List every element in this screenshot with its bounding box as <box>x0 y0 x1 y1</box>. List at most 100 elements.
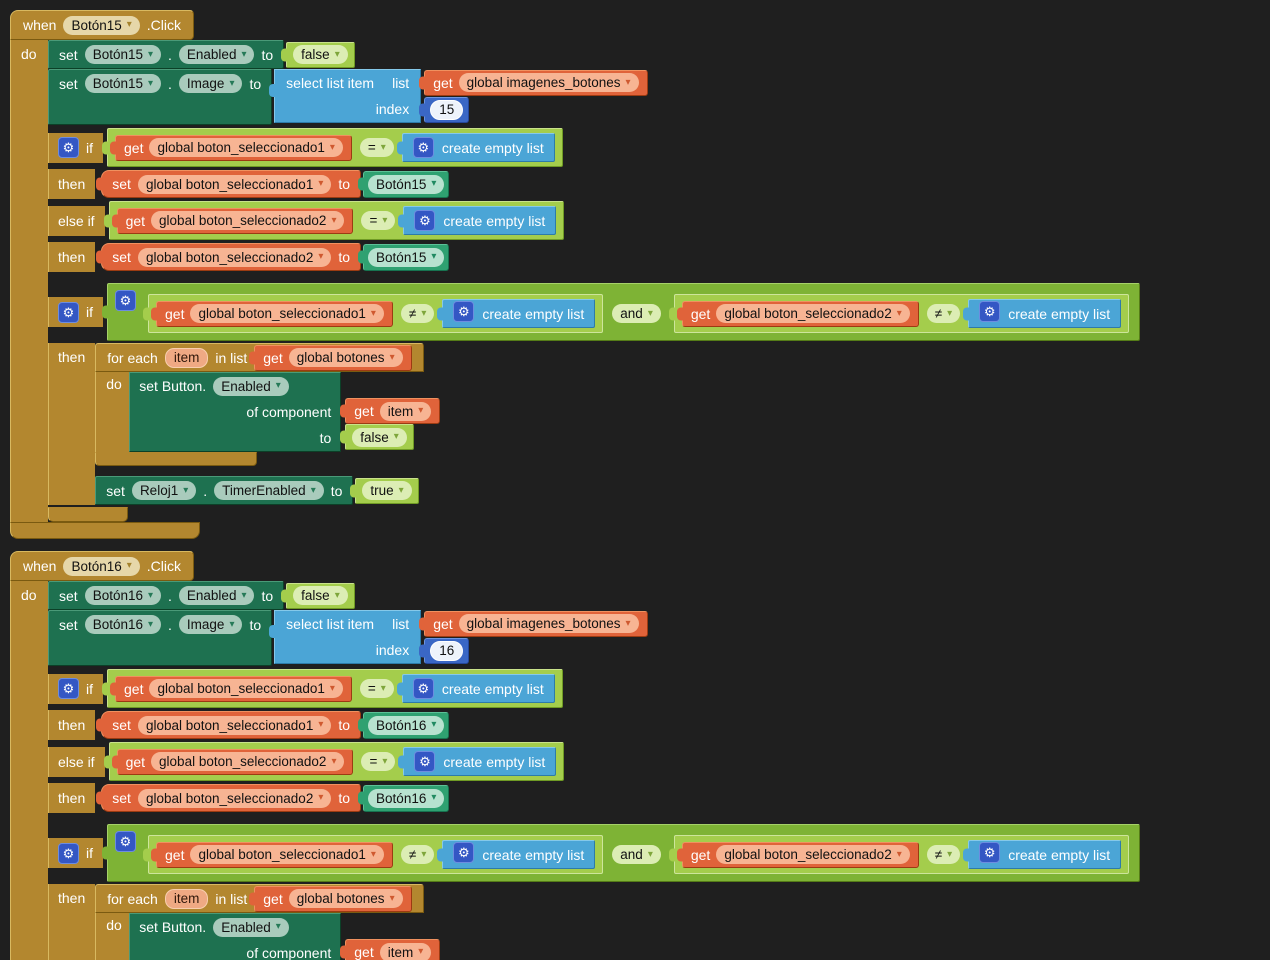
operator-dropdown[interactable]: ≠▾ <box>927 845 960 864</box>
logic-value-dropdown[interactable]: false▾ <box>352 428 407 447</box>
variable-dropdown[interactable]: global boton_seleccionado1▾ <box>149 138 342 157</box>
select-list-item-body[interactable]: select list item list index <box>274 610 421 664</box>
property-dropdown[interactable]: Enabled▾ <box>179 586 255 605</box>
variable-dropdown[interactable]: global boton_seleccionado1▾ <box>138 175 331 194</box>
and-operator-dropdown[interactable]: and▾ <box>612 845 661 864</box>
for-each-block[interactable]: for each item in list get global botones… <box>95 884 440 960</box>
set-generic-button-enabled-block[interactable]: set Button. Enabled▾ of component to <box>129 913 440 960</box>
set-seleccionado2-block[interactable]: set global boton_seleccionado2▾ to <box>101 784 361 812</box>
property-dropdown[interactable]: Image▾ <box>179 615 243 634</box>
variable-dropdown[interactable]: global boton_seleccionado1▾ <box>149 679 342 698</box>
and-operator-dropdown[interactable]: and▾ <box>612 304 661 323</box>
set-generic-button-enabled-block[interactable]: set Button. Enabled▾ of component to <box>129 372 440 452</box>
component-dropdown[interactable]: Botón16▾ <box>368 716 444 735</box>
variable-dropdown[interactable]: item▾ <box>380 402 432 421</box>
if-and-block[interactable]: ⚙ if ⚙ get global boton_seleccionado1▾ ≠ <box>48 283 1140 522</box>
select-list-item-body[interactable]: select list item list index <box>274 69 421 123</box>
event-header[interactable]: when Botón15▾ .Click <box>10 10 194 40</box>
when-click-event-block[interactable]: when Botón16▾ .Click do set Botón16▾ . E… <box>10 551 1270 960</box>
mutator-gear-icon[interactable]: ⚙ <box>58 302 79 323</box>
set-seleccionado1-block[interactable]: set global boton_seleccionado1▾ to <box>101 170 361 198</box>
mutator-gear-icon[interactable]: ⚙ <box>58 137 79 158</box>
variable-dropdown[interactable]: global boton_seleccionado2▾ <box>151 752 344 771</box>
create-empty-list-block[interactable]: ⚙ create empty list <box>442 840 595 869</box>
component-dropdown[interactable]: Botón15▾ <box>368 175 444 194</box>
variable-dropdown[interactable]: global boton_seleccionado2▾ <box>138 248 331 267</box>
get-seleccionado1-block[interactable]: get global boton_seleccionado1▾ <box>156 842 393 868</box>
and-block[interactable]: ⚙ get global boton_seleccionado1▾ ≠▾ ⚙ <box>107 824 1140 882</box>
get-seleccionado2-block[interactable]: get global boton_seleccionado2▾ <box>682 842 919 868</box>
equals-comparison-block[interactable]: get global boton_seleccionado1▾ =▾ ⚙ cre… <box>107 128 563 167</box>
create-empty-list-block[interactable]: ⚙ create empty list <box>403 747 556 776</box>
component-dropdown[interactable]: Botón15▾ <box>85 74 161 93</box>
not-equals-comparison-block[interactable]: get global boton_seleccionado1▾ ≠▾ ⚙ cre… <box>148 835 603 874</box>
create-empty-list-block[interactable]: ⚙ create empty list <box>968 299 1121 328</box>
create-empty-list-block[interactable]: ⚙ create empty list <box>402 133 555 162</box>
logic-value-dropdown[interactable]: false▾ <box>293 45 348 64</box>
mutator-gear-icon[interactable]: ⚙ <box>453 842 474 863</box>
mutator-gear-icon[interactable]: ⚙ <box>414 210 435 231</box>
set-timer-enabled-block[interactable]: set Reloj1▾ . TimerEnabled▾ to <box>95 476 353 505</box>
mutator-gear-icon[interactable]: ⚙ <box>115 290 136 311</box>
not-equals-comparison-block[interactable]: get global boton_seleccionado1▾ ≠▾ ⚙ cre… <box>148 294 603 333</box>
mutator-gear-icon[interactable]: ⚙ <box>115 831 136 852</box>
not-equals-comparison-block[interactable]: get global boton_seleccionado2▾ ≠▾ ⚙ cre… <box>674 294 1129 333</box>
operator-dropdown[interactable]: ≠▾ <box>401 304 434 323</box>
component-dropdown[interactable]: Botón15▾ <box>85 45 161 64</box>
equals-comparison-block[interactable]: get global boton_seleccionado2▾ =▾ ⚙ cre… <box>109 201 565 240</box>
event-component-dropdown[interactable]: Botón15▾ <box>63 16 139 35</box>
variable-dropdown[interactable]: global botones▾ <box>289 348 403 367</box>
variable-dropdown[interactable]: global boton_seleccionado2▾ <box>138 789 331 808</box>
property-dropdown[interactable]: Enabled▾ <box>213 918 289 937</box>
get-seleccionado1-block[interactable]: get global boton_seleccionado1▾ <box>115 676 352 702</box>
number-block[interactable]: 15 <box>424 97 469 123</box>
select-list-item-block[interactable]: select list item list index get global i… <box>274 69 647 123</box>
operator-dropdown[interactable]: =▾ <box>361 752 395 771</box>
get-global-botones-block[interactable]: get global botones▾ <box>254 886 411 912</box>
number-block[interactable]: 16 <box>424 638 469 664</box>
logic-value-dropdown[interactable]: true▾ <box>362 481 411 500</box>
variable-dropdown[interactable]: global boton_seleccionado2▾ <box>716 845 909 864</box>
set-image-block[interactable]: set Botón15▾ . Image▾ to <box>48 69 272 125</box>
set-image-block[interactable]: set Botón16▾ . Image▾ to <box>48 610 272 666</box>
create-empty-list-block[interactable]: ⚙ create empty list <box>403 206 556 235</box>
loop-variable-field[interactable]: item <box>165 889 209 909</box>
property-dropdown[interactable]: Enabled▾ <box>179 45 255 64</box>
if-else-block[interactable]: ⚙ if get global boton_seleccionado1▾ =▾ … <box>48 128 564 274</box>
variable-dropdown[interactable]: global botones▾ <box>289 889 403 908</box>
set-seleccionado1-block[interactable]: set global boton_seleccionado1▾ to <box>101 711 361 739</box>
false-block[interactable]: false▾ <box>286 583 355 609</box>
component-value-block[interactable]: Botón16▾ <box>363 785 449 812</box>
when-click-event-block[interactable]: when Botón15▾ .Click do set Botón15▾ . E… <box>10 10 1270 539</box>
get-item-block[interactable]: get item▾ <box>345 939 440 960</box>
get-seleccionado1-block[interactable]: get global boton_seleccionado1▾ <box>156 301 393 327</box>
mutator-gear-icon[interactable]: ⚙ <box>413 678 434 699</box>
get-global-imagenes-block[interactable]: get global imagenes_botones▾ <box>424 611 647 637</box>
get-seleccionado2-block[interactable]: get global boton_seleccionado2▾ <box>117 208 354 234</box>
if-else-block[interactable]: ⚙ if get global boton_seleccionado1▾ =▾ … <box>48 669 564 815</box>
loop-variable-field[interactable]: item <box>165 348 209 368</box>
mutator-gear-icon[interactable]: ⚙ <box>979 301 1000 322</box>
operator-dropdown[interactable]: ≠▾ <box>401 845 434 864</box>
logic-value-dropdown[interactable]: false▾ <box>293 586 348 605</box>
if-and-block[interactable]: ⚙ if ⚙ get global boton_seleccionado1▾ ≠ <box>48 824 1140 960</box>
component-dropdown[interactable]: Botón16▾ <box>368 789 444 808</box>
false-block[interactable]: false▾ <box>286 42 355 68</box>
equals-comparison-block[interactable]: get global boton_seleccionado1▾ =▾ ⚙ cre… <box>107 669 563 708</box>
false-block[interactable]: false▾ <box>345 424 414 450</box>
component-value-block[interactable]: Botón15▾ <box>363 171 449 198</box>
not-equals-comparison-block[interactable]: get global boton_seleccionado2▾ ≠▾ ⚙ cre… <box>674 835 1129 874</box>
component-value-block[interactable]: Botón16▾ <box>363 712 449 739</box>
mutator-gear-icon[interactable]: ⚙ <box>453 301 474 322</box>
component-dropdown[interactable]: Botón16▾ <box>85 615 161 634</box>
number-field[interactable]: 16 <box>430 641 463 661</box>
variable-dropdown[interactable]: item▾ <box>380 943 432 960</box>
variable-dropdown[interactable]: global boton_seleccionado1▾ <box>190 304 383 323</box>
variable-dropdown[interactable]: global boton_seleccionado2▾ <box>151 211 344 230</box>
and-block[interactable]: ⚙ get global boton_seleccionado1▾ ≠▾ ⚙ <box>107 283 1140 341</box>
variable-dropdown[interactable]: global boton_seleccionado2▾ <box>716 304 909 323</box>
get-seleccionado1-block[interactable]: get global boton_seleccionado1▾ <box>115 135 352 161</box>
variable-dropdown[interactable]: global boton_seleccionado1▾ <box>190 845 383 864</box>
property-dropdown[interactable]: Image▾ <box>179 74 243 93</box>
event-component-dropdown[interactable]: Botón16▾ <box>63 557 139 576</box>
